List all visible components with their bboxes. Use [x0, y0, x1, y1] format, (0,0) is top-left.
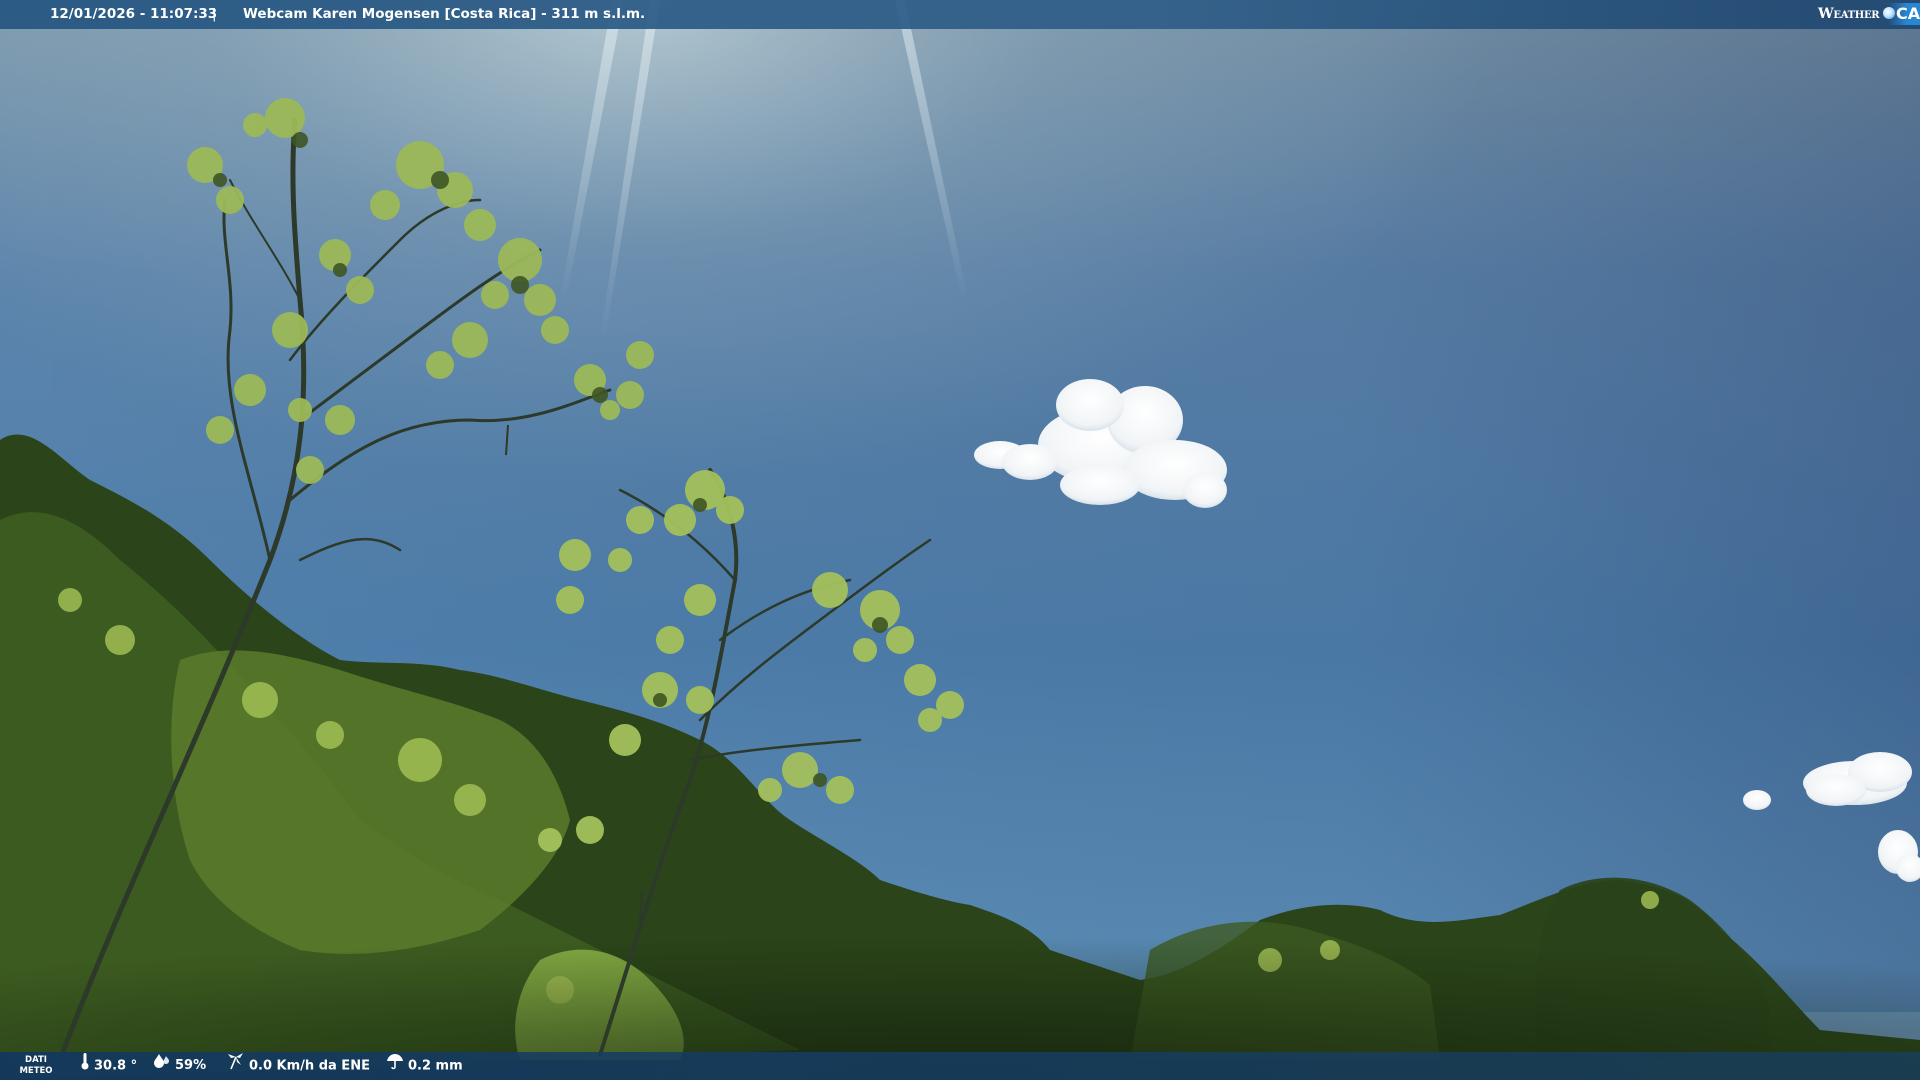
webcam-image: [0, 0, 1920, 1080]
wind-reading: 0.0 Km/h da ENE: [227, 1052, 370, 1080]
title-separator: |: [212, 6, 217, 22]
capture-datetime: 12/01/2026 - 11:07:33: [50, 6, 218, 22]
webcam-view: 12/01/2026 - 11:07:33 | Webcam Karen Mog…: [0, 0, 1920, 1080]
weather-data-bar: DATI METEO 30.8 ° 59% 0.0 Km/h da ENE 0.…: [0, 1052, 1920, 1080]
thermometer-icon: [80, 1052, 90, 1080]
webcam-title: Webcam Karen Mogensen [Costa Rica] - 311…: [243, 6, 646, 22]
globe-icon: [1883, 7, 1895, 19]
rain-reading: 0.2 mm: [386, 1052, 463, 1080]
temperature-reading: 30.8 °: [80, 1052, 137, 1080]
weather-data-label-line2: METEO: [19, 1066, 53, 1076]
humidity-value: 59%: [175, 1058, 207, 1073]
wind-icon: [227, 1052, 245, 1080]
wind-value: 0.0 Km/h da ENE: [249, 1058, 370, 1074]
weathercam-logo: Weather CAM: [1808, 0, 1920, 29]
rain-icon: [386, 1052, 404, 1080]
humidity-icon: [153, 1052, 171, 1080]
rain-value: 0.2 mm: [408, 1058, 463, 1074]
logo-weather-text: Weather: [1818, 6, 1880, 22]
weather-data-label-line1: DATI: [25, 1055, 47, 1065]
webcam-info-bar: 12/01/2026 - 11:07:33 | Webcam Karen Mog…: [0, 0, 1920, 29]
humidity-reading: 59%: [153, 1052, 206, 1080]
weather-data-label: DATI METEO: [18, 1055, 54, 1077]
temperature-value: 30.8 °: [94, 1058, 138, 1074]
